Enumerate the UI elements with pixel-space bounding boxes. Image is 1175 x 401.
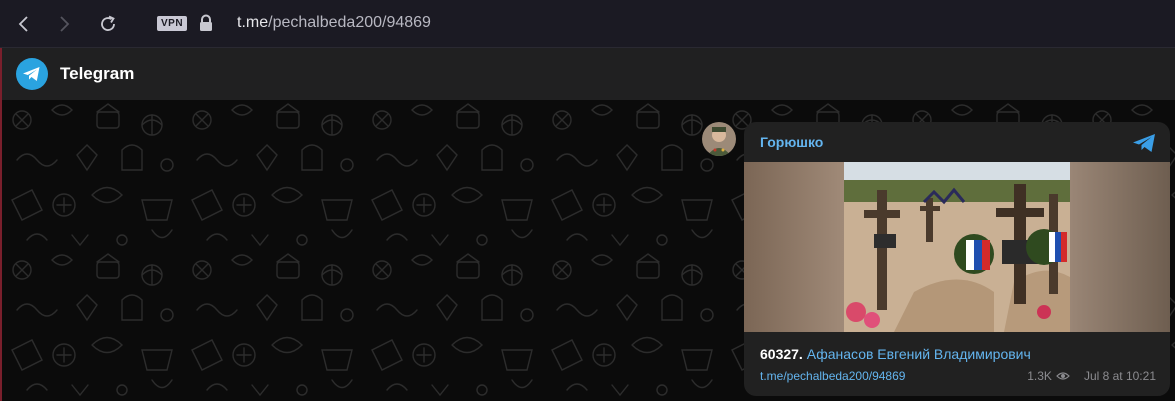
url-path: /pechalbeda200/94869 (268, 14, 431, 31)
telegram-logo-icon[interactable] (16, 58, 48, 90)
message-photo[interactable] (744, 162, 1170, 332)
back-button[interactable] (10, 10, 38, 38)
post-link[interactable]: t.me/pechalbeda200/94869 (760, 369, 905, 383)
forward-arrow-icon (60, 16, 70, 32)
url-host: t.me (237, 14, 269, 31)
eye-icon (1056, 372, 1070, 380)
channel-avatar[interactable] (702, 122, 736, 156)
cemetery-photo (744, 162, 1170, 332)
lock-icon[interactable] (198, 14, 214, 32)
channel-name[interactable]: Горюшко (760, 134, 823, 150)
address-bar[interactable]: t.me/pechalbeda200/94869 (237, 14, 431, 32)
forward-button[interactable] (50, 10, 78, 38)
views-count: 1.3K (1027, 369, 1052, 383)
message-date[interactable]: Jul 8 at 10:21 (1084, 369, 1156, 383)
telegram-share-icon[interactable] (1132, 132, 1156, 154)
message-meta: 1.3K Jul 8 at 10:21 (1027, 369, 1156, 383)
message-text: 60327. Афанасов Евгений Владимирович (760, 346, 1031, 362)
browser-toolbar: VPN t.me/pechalbeda200/94869 (0, 0, 1175, 48)
telegram-header: Telegram (0, 48, 1175, 100)
header-title[interactable]: Telegram (60, 64, 134, 84)
person-name-link[interactable]: Афанасов Евгений Владимирович (807, 346, 1031, 362)
reload-button[interactable] (94, 10, 122, 38)
back-arrow-icon (18, 16, 28, 32)
avatar-image (702, 122, 736, 156)
message-number: 60327. (760, 346, 803, 362)
vpn-badge[interactable]: VPN (157, 16, 188, 31)
reload-icon (101, 15, 115, 31)
message-bubble: Горюшко 60327. Афанасов Евгений Владимир… (744, 122, 1170, 396)
